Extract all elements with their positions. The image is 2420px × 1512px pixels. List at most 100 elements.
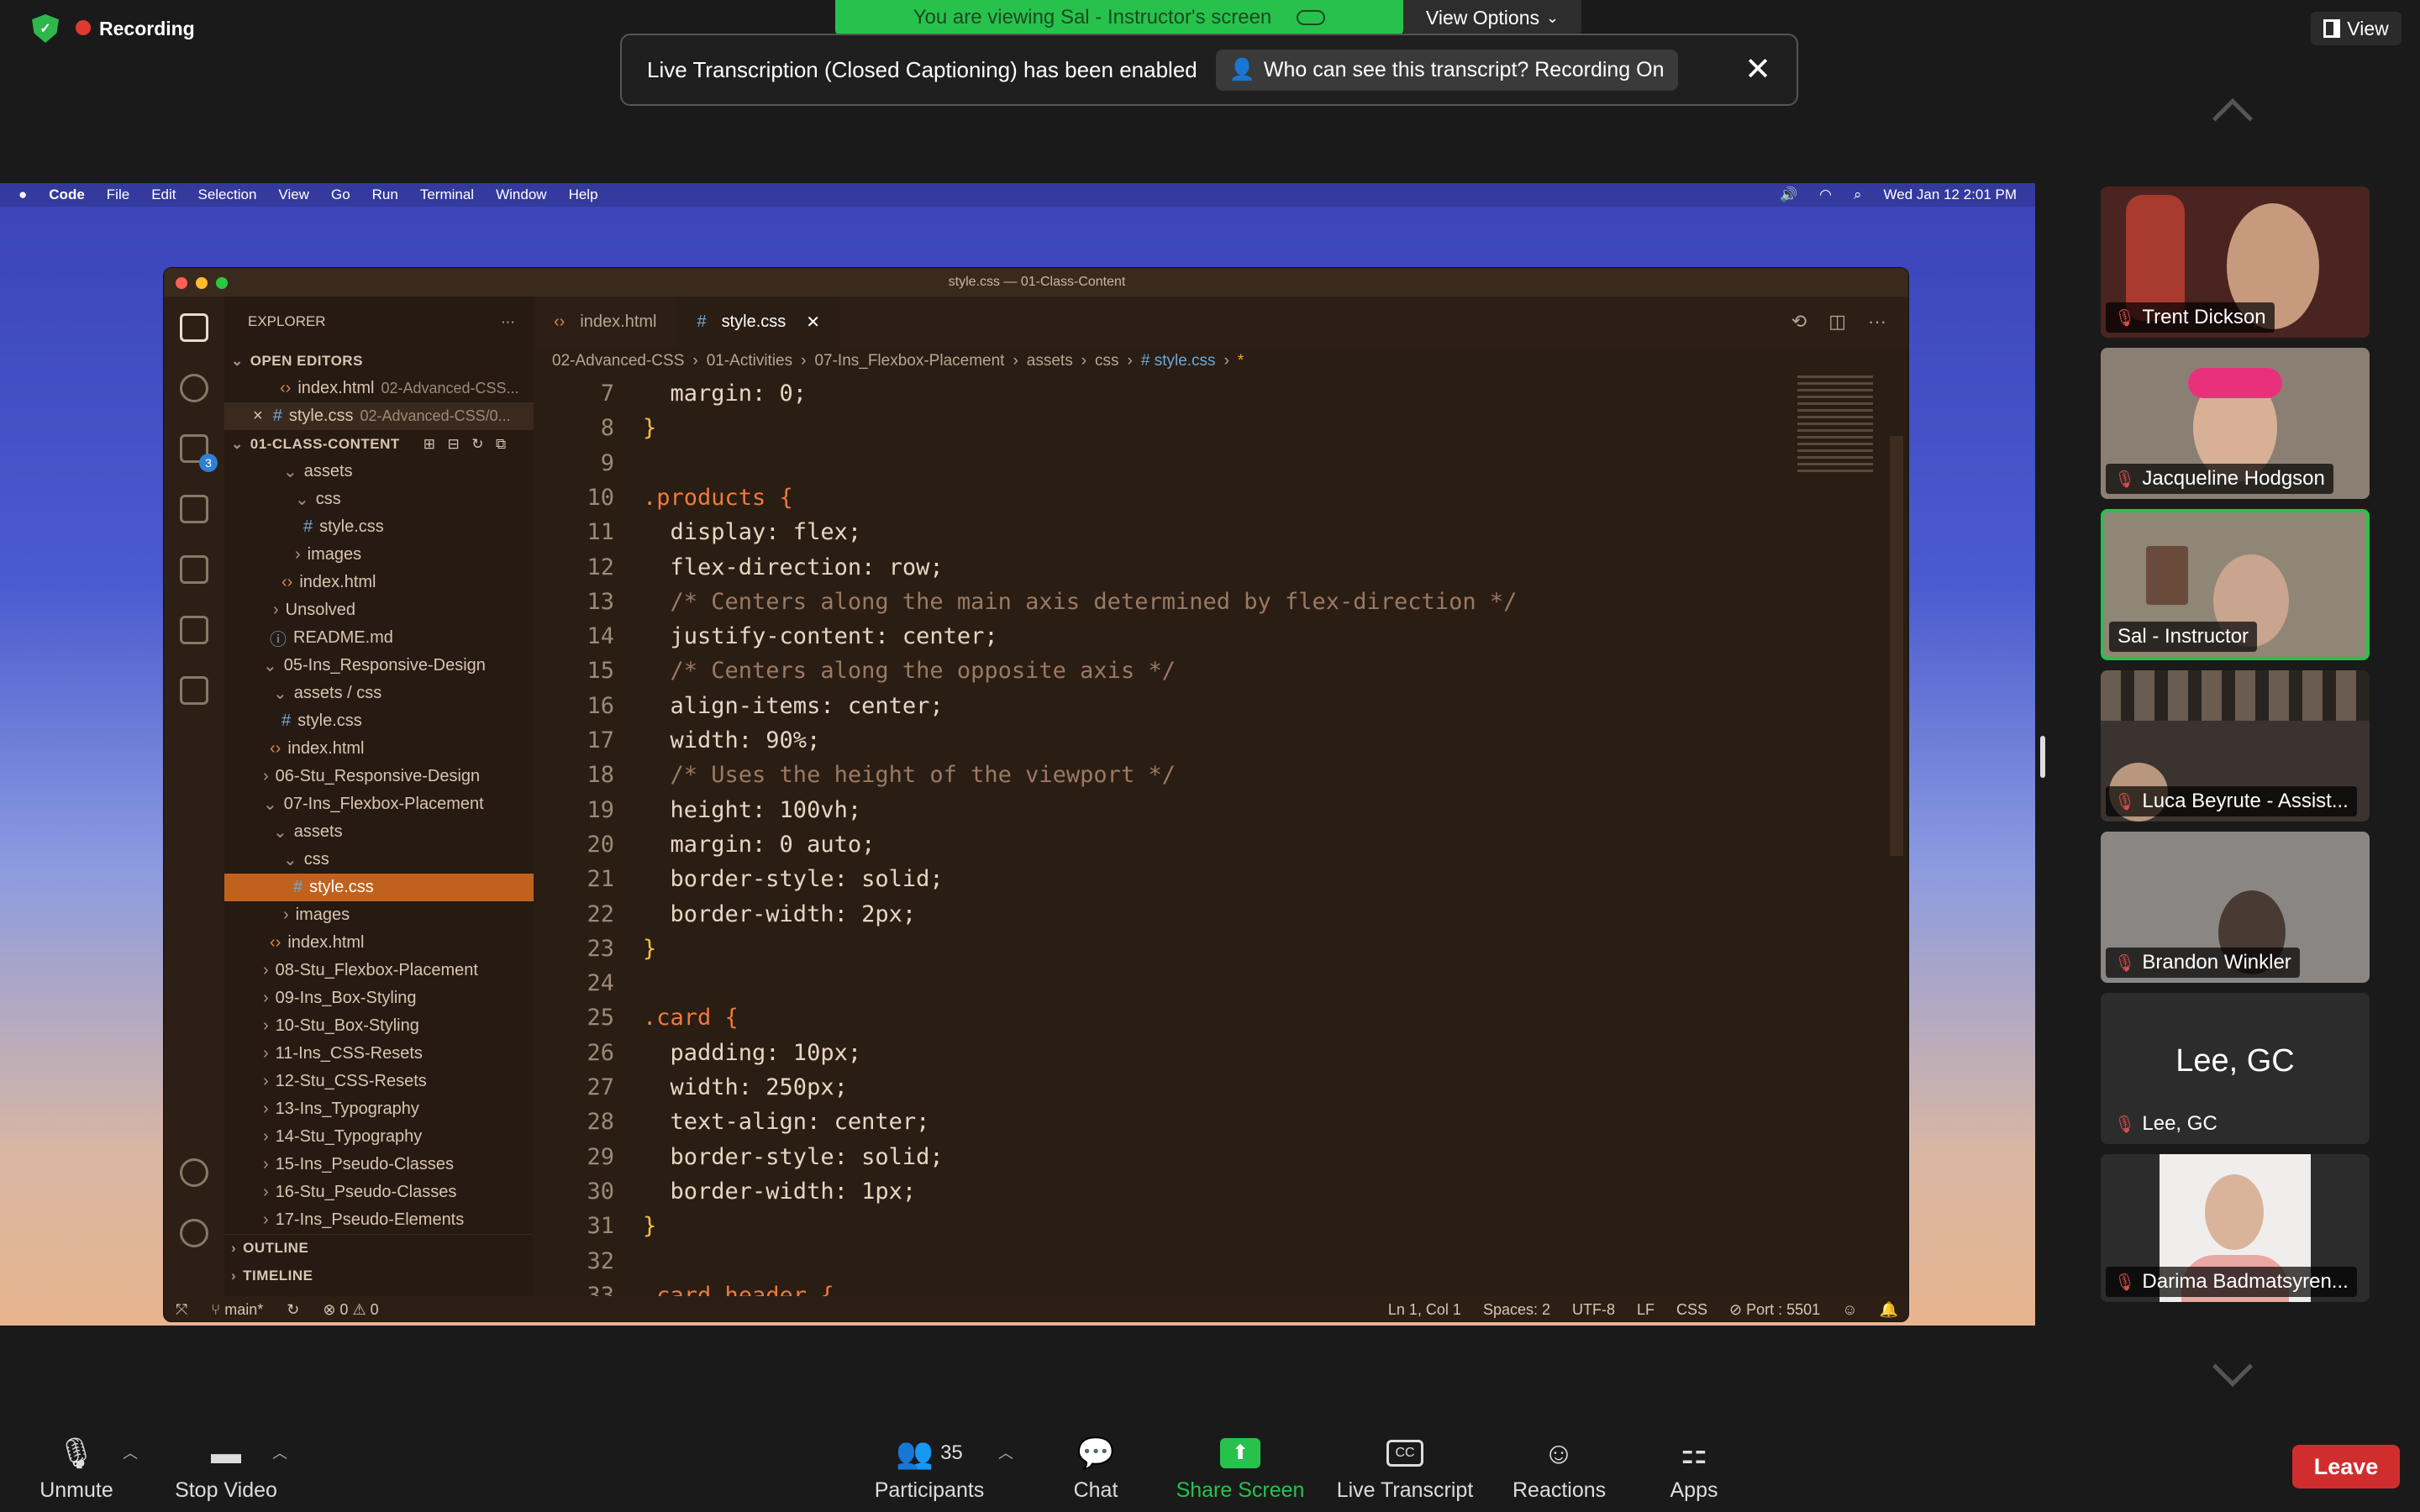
- tree-item[interactable]: ‹› index.html: [224, 569, 534, 596]
- tree-item[interactable]: ⌄ assets / css: [224, 680, 534, 707]
- problems-status[interactable]: ⊗ 0 ⚠ 0: [323, 1301, 378, 1319]
- code-line[interactable]: align-items: center;: [643, 693, 944, 719]
- tree-item[interactable]: › 08-Stu_Flexbox-Placement: [224, 957, 534, 984]
- menu-help[interactable]: Help: [569, 186, 598, 203]
- outline-section[interactable]: › OUTLINE: [224, 1234, 534, 1262]
- tab-index-html[interactable]: ‹› index.html: [534, 297, 676, 347]
- minimize-window-icon[interactable]: [196, 277, 208, 289]
- branch-status[interactable]: ⑂ main*: [211, 1301, 263, 1319]
- code-line[interactable]: }: [643, 415, 656, 441]
- eol-status[interactable]: LF: [1637, 1301, 1655, 1319]
- tab-style-css[interactable]: # style.css ✕: [676, 297, 841, 347]
- tree-item[interactable]: › 10-Stu_Box-Styling: [224, 1012, 534, 1040]
- participant-tile[interactable]: 🎙 Darima Badmatsyren...: [2101, 1154, 2370, 1302]
- editor-scrollbar[interactable]: [1890, 436, 1903, 856]
- tree-item[interactable]: # style.css: [224, 707, 534, 735]
- timeline-history-icon[interactable]: ⟲: [1791, 311, 1807, 333]
- tree-item[interactable]: › 17-Ins_Pseudo-Elements: [224, 1206, 534, 1234]
- tree-item[interactable]: ⓘ README.md: [224, 624, 534, 652]
- remote-icon[interactable]: ⤧: [176, 1301, 187, 1319]
- breadcrumb-item[interactable]: 02-Advanced-CSS: [552, 352, 684, 370]
- open-editors-section[interactable]: ⌄ OPEN EDITORS: [224, 347, 534, 375]
- tree-item[interactable]: ⌄ 05-Ins_Responsive-Design: [224, 652, 534, 680]
- tree-item[interactable]: ⌄ css: [224, 846, 534, 874]
- breadcrumb-item[interactable]: # style.css: [1141, 352, 1216, 370]
- code-line[interactable]: /* Uses the height of the viewport */: [643, 762, 1176, 788]
- tree-item[interactable]: › 15-Ins_Pseudo-Classes: [224, 1151, 534, 1179]
- scroll-up-chevron-icon[interactable]: [2212, 97, 2254, 139]
- menu-run[interactable]: Run: [372, 186, 398, 203]
- tree-item[interactable]: ‹› index.html: [224, 929, 534, 957]
- live-server-port[interactable]: ⊘ Port : 5501: [1729, 1301, 1820, 1319]
- search-icon[interactable]: ⌕: [1854, 186, 1862, 203]
- split-editor-icon[interactable]: ◫: [1828, 311, 1846, 333]
- code-line[interactable]: }: [643, 1213, 656, 1239]
- menu-view[interactable]: View: [278, 186, 309, 203]
- tree-item[interactable]: ⌄ 07-Ins_Flexbox-Placement: [224, 790, 534, 818]
- participant-tile[interactable]: 🎙 Jacqueline Hodgson: [2101, 348, 2370, 499]
- tree-item[interactable]: ⌄ assets: [224, 818, 534, 846]
- reactions-button[interactable]: ☺ Reactions: [1512, 1436, 1606, 1503]
- tree-item-selected[interactable]: # style.css: [224, 874, 534, 901]
- participant-tile[interactable]: 🎙 Trent Dickson: [2101, 186, 2370, 338]
- menu-go[interactable]: Go: [331, 186, 350, 203]
- participant-tile[interactable]: Lee, GC 🎙 Lee, GC: [2101, 993, 2370, 1144]
- code-line[interactable]: border-style: solid;: [643, 866, 944, 892]
- participant-tile[interactable]: 🎙 Luca Beyrute - Assist...: [2101, 670, 2370, 822]
- participants-button[interactable]: 👥 35 Participants: [871, 1436, 988, 1503]
- code-line[interactable]: margin: 0 auto;: [643, 832, 876, 858]
- participant-tile[interactable]: 🎙 Brandon Winkler: [2101, 832, 2370, 983]
- code-line[interactable]: /* Centers along the main axis determine…: [643, 589, 1518, 615]
- language-mode[interactable]: CSS: [1676, 1301, 1707, 1319]
- tree-item[interactable]: › 09-Ins_Box-Styling: [224, 984, 534, 1012]
- code-editor[interactable]: 7 margin: 0; 8} 9 10 .products {11 display: …: [534, 375, 1908, 1296]
- minimap[interactable]: [1797, 375, 1873, 476]
- breadcrumb-item[interactable]: 07-Ins_Flexbox-Placement: [814, 352, 1004, 370]
- menu-window[interactable]: Window: [496, 186, 546, 203]
- indentation-status[interactable]: Spaces: 2: [1483, 1301, 1550, 1319]
- close-banner-icon[interactable]: ✕: [1744, 54, 1771, 86]
- extensions-icon[interactable]: [180, 616, 208, 644]
- tree-item[interactable]: › 11-Ins_CSS-Resets: [224, 1040, 534, 1068]
- tree-item[interactable]: › 16-Stu_Pseudo-Classes: [224, 1179, 534, 1206]
- timeline-section[interactable]: › TIMELINE: [224, 1262, 534, 1289]
- screen-resize-handle[interactable]: [2040, 736, 2045, 778]
- apple-icon[interactable]: ●: [18, 186, 27, 203]
- account-icon[interactable]: [180, 1158, 208, 1187]
- apps-button[interactable]: ⚏ Apps: [1660, 1436, 1728, 1503]
- tree-item[interactable]: › 13-Ins_Typography: [224, 1095, 534, 1123]
- code-line[interactable]: border-width: 2px;: [643, 901, 917, 927]
- code-line[interactable]: width: 250px;: [643, 1074, 848, 1100]
- code-line[interactable]: }: [643, 936, 656, 962]
- new-folder-icon[interactable]: ⊟: [448, 436, 460, 453]
- open-editor-item[interactable]: × # style.css 02-Advanced-CSS/0...: [224, 402, 534, 430]
- docker-icon[interactable]: [180, 676, 208, 705]
- participant-tile-active-speaker[interactable]: Sal - Instructor: [2101, 509, 2370, 660]
- source-control-icon[interactable]: 3: [180, 434, 218, 472]
- cursor-position[interactable]: Ln 1, Col 1: [1388, 1301, 1461, 1319]
- audio-options-chevron-icon[interactable]: ︿: [123, 1441, 138, 1463]
- tree-item[interactable]: › images: [224, 541, 534, 569]
- share-screen-button[interactable]: ⬆ Share Screen: [1175, 1436, 1306, 1503]
- tree-item[interactable]: ⌄ css: [224, 486, 534, 513]
- code-line[interactable]: margin: 0;: [643, 381, 808, 407]
- menu-terminal[interactable]: Terminal: [420, 186, 474, 203]
- menu-selection[interactable]: Selection: [197, 186, 256, 203]
- new-file-icon[interactable]: ⊞: [424, 436, 436, 453]
- code-line[interactable]: text-align: center;: [643, 1109, 930, 1135]
- view-button[interactable]: View: [2311, 12, 2402, 45]
- encoding-status[interactable]: UTF-8: [1572, 1301, 1615, 1319]
- tree-item[interactable]: ⌄ assets: [224, 458, 534, 486]
- remote-explorer-icon[interactable]: [180, 555, 208, 584]
- workspace-section[interactable]: ⌄ 01-CLASS-CONTENT ⊞ ⊟ ↻ ⧉: [224, 430, 534, 458]
- code-line[interactable]: justify-content: center;: [643, 623, 998, 649]
- maximize-window-icon[interactable]: [216, 277, 228, 289]
- search-icon[interactable]: [180, 374, 208, 402]
- code-line[interactable]: .card header {: [643, 1283, 834, 1296]
- unmute-button[interactable]: 🎙 Unmute: [39, 1436, 114, 1503]
- menu-edit[interactable]: Edit: [151, 186, 176, 203]
- code-line[interactable]: height: 100vh;: [643, 797, 862, 823]
- close-tab-icon[interactable]: ✕: [806, 312, 820, 333]
- close-window-icon[interactable]: [176, 277, 187, 289]
- run-debug-icon[interactable]: [180, 495, 208, 523]
